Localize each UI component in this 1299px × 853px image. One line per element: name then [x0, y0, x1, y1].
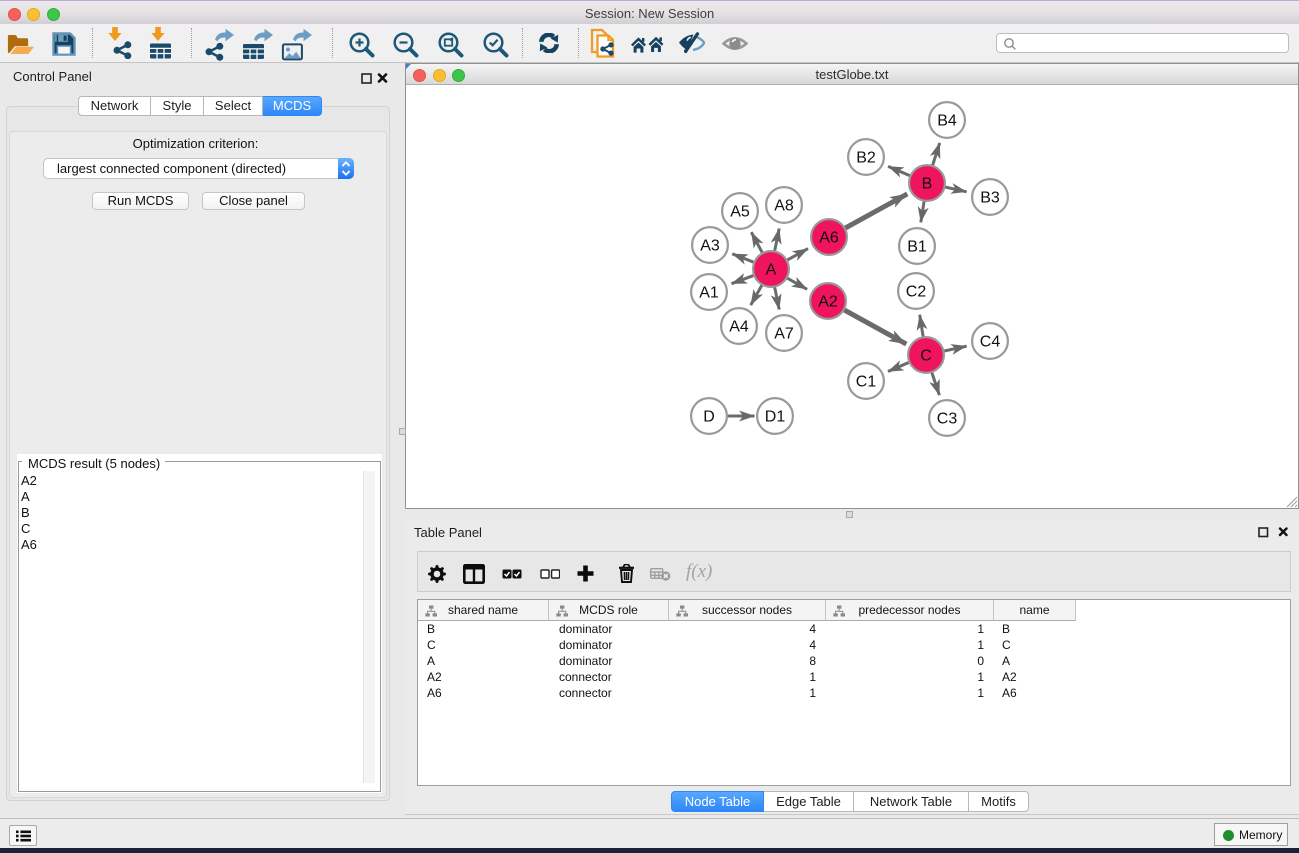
svg-text:B1: B1 [907, 239, 927, 256]
svg-text:D: D [703, 409, 715, 426]
svg-text:A7: A7 [774, 326, 794, 343]
svg-text:A2: A2 [818, 294, 838, 311]
svg-text:C1: C1 [856, 374, 877, 391]
svg-text:A6: A6 [819, 230, 839, 247]
svg-text:C2: C2 [906, 284, 927, 301]
svg-text:A1: A1 [699, 285, 719, 302]
svg-text:B2: B2 [856, 150, 876, 167]
svg-text:A3: A3 [700, 238, 720, 255]
svg-text:C4: C4 [980, 334, 1001, 351]
svg-text:B: B [922, 176, 933, 193]
svg-text:B3: B3 [980, 190, 1000, 207]
svg-text:A: A [766, 262, 777, 279]
svg-text:A4: A4 [729, 319, 749, 336]
svg-text:C: C [920, 348, 932, 365]
svg-text:A8: A8 [774, 198, 794, 215]
svg-text:C3: C3 [937, 411, 958, 428]
svg-text:A5: A5 [730, 204, 750, 221]
svg-text:B4: B4 [937, 113, 957, 130]
svg-text:D1: D1 [765, 409, 786, 426]
